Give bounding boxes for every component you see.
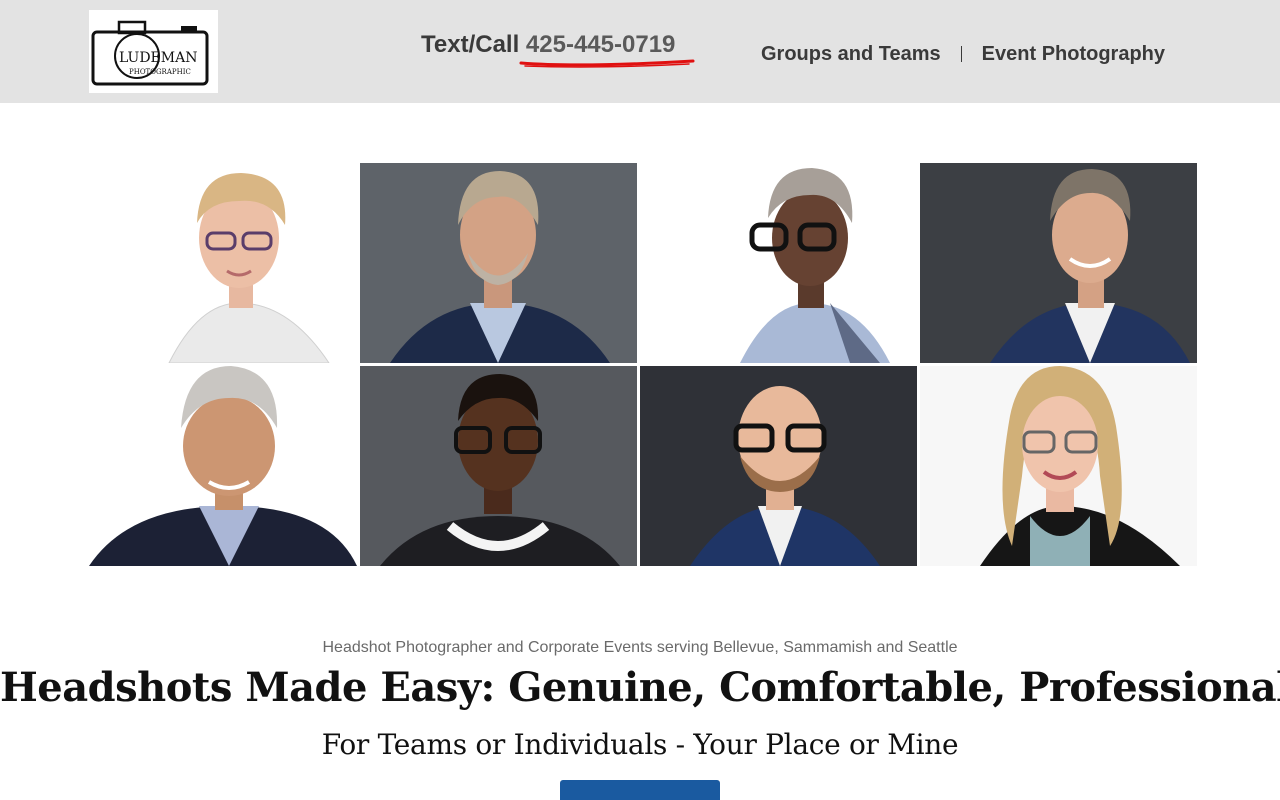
portrait-photo <box>360 366 637 566</box>
portrait-photo <box>640 366 917 566</box>
portrait-photo <box>920 366 1197 566</box>
red-underline-icon <box>519 59 695 68</box>
portrait-photo <box>640 163 917 363</box>
phone-number-link[interactable]: 425-445-0719 <box>526 31 675 58</box>
site-header: LUDEMAN PHOTOGRAPHIC Text/Call 425-445-0… <box>0 0 1280 103</box>
portrait-photo <box>360 163 637 363</box>
hero-subtitle: Headshot Photographer and Corporate Even… <box>322 639 958 656</box>
main-nav: Groups and Teams Event Photography <box>761 42 1165 66</box>
portrait-photo <box>89 366 366 566</box>
nav-event-photography[interactable]: Event Photography <box>982 43 1165 66</box>
phone-prefix: Text/Call <box>421 31 526 58</box>
logo-sub-text: PHOTOGRAPHIC <box>129 68 191 76</box>
book-now-button[interactable]: BOOK NOW! <box>560 780 720 800</box>
phone-contact: Text/Call 425-445-0719 <box>421 31 695 68</box>
portrait-photo <box>920 163 1197 363</box>
hero-tagline: For Teams or Individuals - Your Place or… <box>321 728 959 761</box>
nav-groups-and-teams[interactable]: Groups and Teams <box>761 43 941 66</box>
nav-separator <box>960 46 962 62</box>
portrait-grid <box>89 163 1197 566</box>
site-logo[interactable]: LUDEMAN PHOTOGRAPHIC <box>89 10 218 93</box>
portrait-photo <box>89 163 366 363</box>
logo-name-text: LUDEMAN <box>119 50 197 66</box>
camera-logo-icon: LUDEMAN PHOTOGRAPHIC <box>91 20 209 86</box>
hero-headline: Headshots Made Easy: Genuine, Comfortabl… <box>0 664 1280 711</box>
